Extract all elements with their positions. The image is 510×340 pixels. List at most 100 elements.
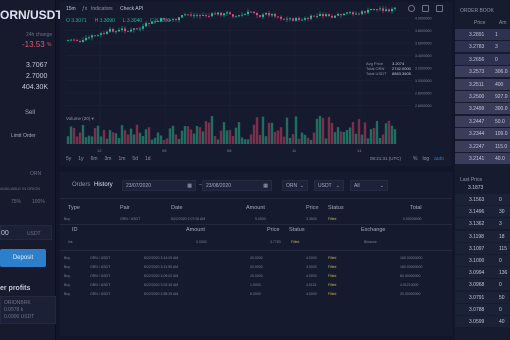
bid-row[interactable]: 3.1097 115 <box>455 242 510 254</box>
price-tick-label: 4.0000000 <box>415 17 432 21</box>
candle-body <box>172 19 174 20</box>
date-from-field[interactable]: 23/07/2020 ▦ <box>122 180 196 191</box>
ask-row[interactable]: 3.2499 300.0 <box>455 103 510 115</box>
time-tick-label: 11 <box>292 148 297 153</box>
cell-amount: 20.0000 <box>250 274 263 278</box>
ask-row[interactable]: 3.2891 1 <box>455 29 510 40</box>
price-tick-label: 3.4000000 <box>415 54 432 58</box>
amount-field[interactable]: 00 USDT <box>0 225 52 240</box>
ask-amount: 306.0 <box>495 69 508 76</box>
pct-75-button[interactable]: 75% <box>11 199 21 205</box>
range-button[interactable]: 1y <box>78 156 83 162</box>
ask-row[interactable]: 3.2783 3 <box>455 41 510 53</box>
candle-body <box>103 33 105 35</box>
bid-row[interactable]: 3.0791 50 <box>455 291 510 303</box>
candle-body <box>307 18 309 19</box>
ask-row[interactable]: 3.2447 50.0 <box>455 115 510 127</box>
bid-row[interactable]: 3.0599 40 <box>455 316 510 327</box>
bid-row[interactable]: 3.0968 0 <box>455 279 510 291</box>
bid-amount: 3 <box>499 221 502 228</box>
date-to-field[interactable]: 23/08/2020 ▦ <box>202 180 272 191</box>
limit-order-tab[interactable]: Limit Order <box>11 133 36 139</box>
cell-price: 4.0000 <box>306 274 317 278</box>
tab-orders[interactable]: Orders <box>72 182 90 188</box>
tab-sell[interactable]: Sell <box>25 110 35 116</box>
chevron-down-icon[interactable]: ⌄ <box>44 11 50 19</box>
calendar-icon[interactable]: ▦ <box>187 181 192 191</box>
ask-row[interactable]: 3.2573 306.0 <box>455 66 510 78</box>
range-button[interactable]: 6m <box>91 156 98 162</box>
candle-body <box>286 18 288 20</box>
col-pair[interactable]: Pair <box>120 205 130 211</box>
bid-row[interactable]: 3.1496 30 <box>455 206 510 218</box>
ask-row[interactable]: 3.2247 115.0 <box>455 140 510 152</box>
col-price[interactable]: Price <box>306 205 319 211</box>
volume-bar <box>177 138 181 144</box>
col-type[interactable]: Type <box>68 205 80 211</box>
candles <box>67 5 396 43</box>
range-button[interactable]: 5y <box>66 156 71 162</box>
quote-select[interactable]: USDT ⌄ <box>314 180 344 191</box>
volume-bar <box>243 139 247 144</box>
col-date[interactable]: Date <box>171 205 183 211</box>
cell-date: 8/22/2020 2:07:06 AM <box>171 217 206 221</box>
scale-percent-button[interactable]: % <box>413 156 417 162</box>
bid-row[interactable]: 3.1362 3 <box>455 218 510 230</box>
volume-bar <box>192 133 196 144</box>
range-button[interactable]: 1m <box>118 156 125 162</box>
candle-body <box>94 35 96 37</box>
status-select[interactable]: All ⌄ <box>350 180 388 191</box>
candle-body <box>331 16 333 18</box>
ask-row[interactable]: 3.2344 109.0 <box>455 128 510 140</box>
candle-body <box>82 40 84 43</box>
cell-type: Buy <box>64 274 71 278</box>
scale-log-button[interactable]: log <box>422 156 429 162</box>
candle-body <box>163 18 165 20</box>
scale-auto-button[interactable]: auto <box>434 156 444 162</box>
volume-bar <box>66 136 70 144</box>
deposit-button[interactable]: Deposit <box>0 249 46 267</box>
range-button[interactable]: 1d <box>145 156 151 162</box>
col-total[interactable]: Total <box>410 205 422 211</box>
ask-amount: 109.0 <box>495 131 508 138</box>
volume-bar <box>198 127 202 144</box>
calendar-icon[interactable]: ▦ <box>263 181 268 191</box>
bid-row[interactable]: 3.1198 18 <box>455 230 510 242</box>
range-button[interactable]: 5d <box>132 156 138 162</box>
ask-row[interactable]: 3.2500 927.0 <box>455 91 510 102</box>
ask-row[interactable]: 3.2656 0 <box>455 53 510 65</box>
col-status[interactable]: Status <box>328 205 344 211</box>
candle-body <box>355 13 357 15</box>
ask-row[interactable]: 3.2141 40.0 <box>455 153 510 164</box>
candle-body <box>175 19 177 21</box>
pair-selector[interactable]: ORN/USDT <box>0 8 63 22</box>
bid-amount: 40 <box>499 319 505 325</box>
bid-row[interactable]: 3.1000 0 <box>455 255 510 266</box>
asset-select[interactable]: ORN ⌄ <box>282 180 308 191</box>
cell-amount: 5.0000 <box>250 292 261 296</box>
time-axis: 12 05 08 11 14 <box>97 148 362 153</box>
candle-body <box>121 28 123 30</box>
pct-100-button[interactable]: 100% <box>32 199 45 205</box>
ask-price: 3.2783 <box>469 44 485 51</box>
candle-body <box>247 11 249 15</box>
volume-label[interactable]: Volume (20) ▾ <box>66 116 94 122</box>
bid-row[interactable]: 3.1563 0 <box>455 194 510 205</box>
tab-history[interactable]: History <box>94 182 113 188</box>
asset-value: ORN <box>286 183 298 189</box>
bid-row[interactable]: 3.0994 136 <box>455 267 510 279</box>
col-amount[interactable]: Amount <box>246 205 265 211</box>
volume-bar <box>162 139 166 144</box>
cell-price: 4.0000 <box>306 256 317 260</box>
candlestick-chart[interactable]: 4.0000000 3.8000000 3.6000000 3.4000000 3.20… <box>60 2 452 166</box>
candle-body <box>337 14 339 16</box>
bid-row[interactable]: 3.0788 0 <box>455 303 510 315</box>
available-hint: AVAILABLE IN ORION <box>0 186 41 191</box>
range-button[interactable]: 3m <box>105 156 112 162</box>
candle-body <box>226 12 228 14</box>
candle-body <box>391 8 393 12</box>
cell-pair: ORN / USDT <box>90 283 111 287</box>
volume-bar <box>294 116 298 144</box>
ask-row[interactable]: 3.2511 400 <box>455 78 510 90</box>
candle-body <box>157 21 159 22</box>
